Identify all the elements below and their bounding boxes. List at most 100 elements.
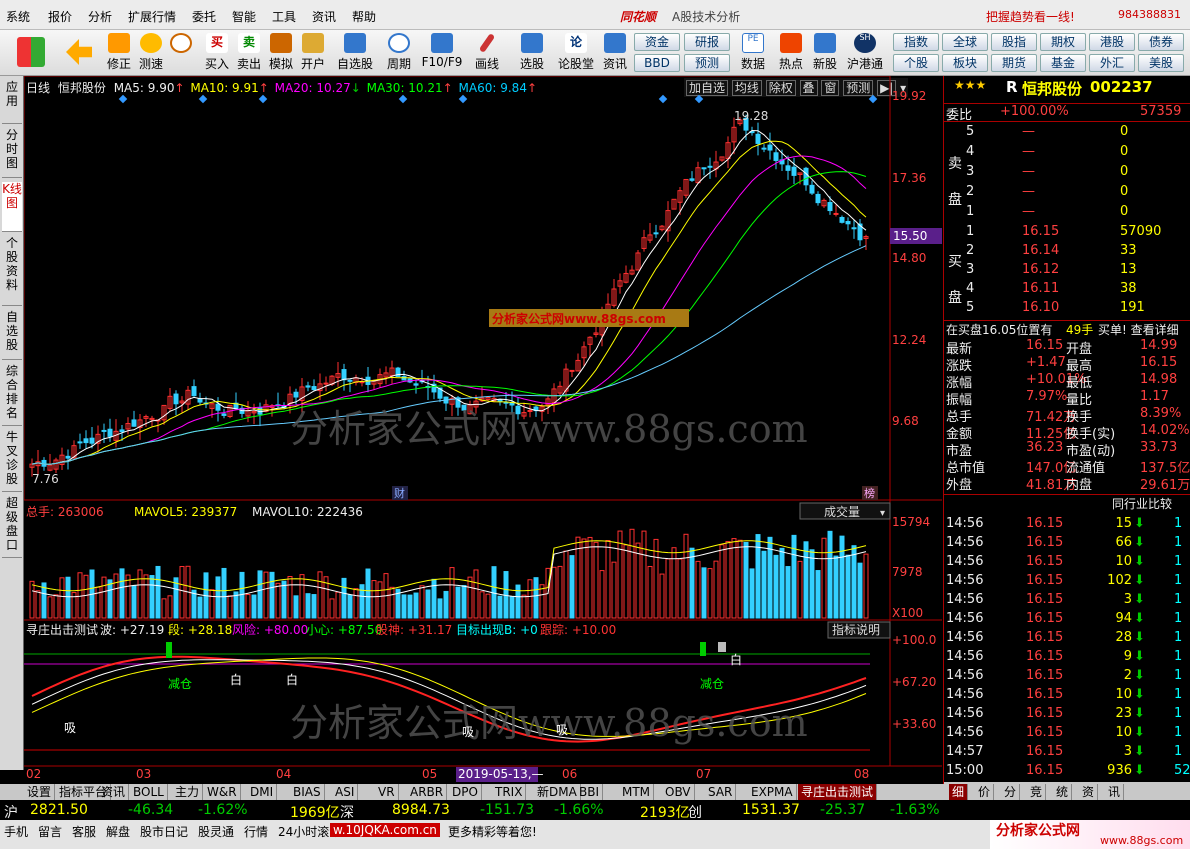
detail-tab[interactable]: 竞 bbox=[1027, 784, 1047, 800]
indicator-tab[interactable]: DPO bbox=[449, 784, 482, 800]
bonds-button[interactable]: 债券 bbox=[1138, 33, 1184, 51]
tab-diagnose[interactable]: 牛叉诊股 bbox=[2, 430, 22, 492]
hotspot-button[interactable]: 热点 bbox=[774, 33, 808, 75]
buy-order-row[interactable]: 2 16.14 33 bbox=[944, 243, 1190, 262]
status-item[interactable]: 手机 bbox=[4, 823, 28, 840]
buy-button[interactable]: 买买入 bbox=[200, 33, 234, 75]
data-button[interactable]: PE 数据 bbox=[736, 33, 770, 75]
tab-super-order[interactable]: 超级盘口 bbox=[2, 496, 22, 558]
promo-link[interactable]: w.10JQKA.com.cn bbox=[330, 823, 440, 837]
hk-stocks-button[interactable]: 港股 bbox=[1089, 33, 1135, 51]
menu-help[interactable]: 帮助 bbox=[352, 8, 376, 25]
status-item[interactable]: 客服 bbox=[72, 823, 96, 840]
single-stock-button[interactable]: 个股 bbox=[893, 54, 939, 72]
speedtest-button[interactable]: 测速 bbox=[134, 33, 168, 75]
sell-order-row[interactable]: 2 — 0 bbox=[944, 184, 1190, 203]
hk-connect-button[interactable]: SH 沪港通 bbox=[844, 33, 886, 75]
stock-index-button[interactable]: 股指 bbox=[991, 33, 1037, 51]
fund-button[interactable]: 基金 bbox=[1040, 54, 1086, 72]
buy-order-row[interactable]: 3 16.12 13 bbox=[944, 262, 1190, 281]
f10-button[interactable]: F10/F9 bbox=[420, 33, 464, 75]
rank-marker[interactable]: 榜 bbox=[864, 486, 875, 500]
sell-order-row[interactable]: 3 — 0 bbox=[944, 164, 1190, 183]
period-button[interactable]: 周期 bbox=[380, 33, 418, 75]
order-detail-link[interactable]: 买单! 查看详细 bbox=[1098, 321, 1179, 338]
indicator-tab[interactable]: VR bbox=[375, 784, 399, 800]
indicator-tab[interactable]: ASI bbox=[332, 784, 359, 800]
sell-order-row[interactable]: 5 — 0 bbox=[944, 124, 1190, 143]
status-item[interactable]: 股市日记 bbox=[140, 823, 188, 840]
open-account-button[interactable]: 开户 bbox=[296, 33, 330, 75]
status-item[interactable]: 行情 bbox=[244, 823, 268, 840]
indicator-tab[interactable]: W&R bbox=[204, 784, 241, 800]
kline-chart-area[interactable]: 日线 恒邦股份 MA5: 9.90↑ MA10: 9.91↑ MA20: 10.… bbox=[24, 76, 942, 784]
detail-tab[interactable]: 细 bbox=[949, 784, 969, 800]
sell-order-row[interactable]: 1 — 0 bbox=[944, 204, 1190, 223]
futures-button[interactable]: 期货 bbox=[991, 54, 1037, 72]
indicator-tab[interactable]: 主力 bbox=[172, 784, 204, 800]
draw-button[interactable]: 画线 bbox=[468, 33, 506, 75]
detail-tab[interactable]: 统 bbox=[1053, 784, 1073, 800]
indicator-tab[interactable]: 新DMA bbox=[534, 784, 581, 800]
menu-analysis[interactable]: 分析 bbox=[88, 8, 112, 25]
indicator-tab[interactable]: MTM bbox=[619, 784, 655, 800]
detail-tab[interactable]: 分 bbox=[1001, 784, 1021, 800]
detail-tab[interactable]: 讯 bbox=[1105, 784, 1125, 800]
tab-kline[interactable]: K线图 bbox=[2, 182, 22, 232]
buy-order-row[interactable]: 4 16.11 38 bbox=[944, 281, 1190, 300]
global-button[interactable]: 全球 bbox=[942, 33, 988, 51]
buy-order-row[interactable]: 1 16.15 57090 bbox=[944, 224, 1190, 243]
menu-system[interactable]: 系统 bbox=[6, 8, 30, 25]
tab-ranking[interactable]: 综合排名 bbox=[2, 364, 22, 426]
status-item[interactable]: 解盘 bbox=[106, 823, 130, 840]
indicator-tab[interactable]: ARBR bbox=[407, 784, 448, 800]
us-stocks-button[interactable]: 美股 bbox=[1138, 54, 1184, 72]
info-button[interactable]: 资讯 bbox=[598, 33, 632, 75]
options-button[interactable]: 期权 bbox=[1040, 33, 1086, 51]
menu-trade[interactable]: 委托 bbox=[192, 8, 216, 25]
finance-marker[interactable]: 财 bbox=[394, 486, 405, 500]
indicator-tab[interactable]: 寻庄出击测试 bbox=[798, 784, 878, 800]
indicator-tab[interactable]: SAR bbox=[705, 784, 737, 800]
tab-watchlist[interactable]: 自选股 bbox=[2, 310, 22, 360]
forex-button[interactable]: 外汇 bbox=[1089, 54, 1135, 72]
indicator-tab[interactable]: 设置 bbox=[24, 784, 56, 800]
buy-order-row[interactable]: 5 16.10 191 bbox=[944, 300, 1190, 319]
simulate-button[interactable]: 模拟 bbox=[264, 33, 298, 75]
indicator-tab[interactable]: BBI bbox=[576, 784, 604, 800]
status-item[interactable]: 股灵通 bbox=[198, 823, 234, 840]
pick-stock-button[interactable]: 选股 bbox=[512, 33, 552, 75]
detail-tab[interactable]: 资 bbox=[1079, 784, 1099, 800]
indicator-tab[interactable]: OBV bbox=[662, 784, 695, 800]
watchlist-button[interactable]: 自选股 bbox=[334, 33, 376, 75]
forum-button[interactable]: 论论股堂 bbox=[556, 33, 596, 75]
menu-news[interactable]: 资讯 bbox=[312, 8, 336, 25]
funds-button[interactable]: 资金 bbox=[634, 33, 680, 51]
back-button[interactable] bbox=[62, 33, 96, 75]
fix-button[interactable]: 修正 bbox=[102, 33, 136, 75]
forecast-button[interactable]: 预测 bbox=[684, 54, 730, 72]
tab-apps[interactable]: 应用 bbox=[2, 80, 22, 124]
tab-timeshare[interactable]: 分时图 bbox=[2, 128, 22, 178]
menu-tools[interactable]: 工具 bbox=[272, 8, 296, 25]
menu-quote[interactable]: 报价 bbox=[48, 8, 72, 25]
indicator-tab[interactable]: EXPMA bbox=[748, 784, 797, 800]
bbd-button[interactable]: BBD bbox=[634, 54, 680, 72]
clock-button[interactable] bbox=[164, 33, 198, 75]
indicator-tab[interactable]: TRIX bbox=[492, 784, 527, 800]
indicator-tab[interactable]: DMI bbox=[247, 784, 278, 800]
sector-button[interactable]: 板块 bbox=[942, 54, 988, 72]
ipo-button[interactable]: 新股 bbox=[808, 33, 842, 75]
tab-stock-info[interactable]: 个股资料 bbox=[2, 236, 22, 306]
sell-order-row[interactable]: 4 — 0 bbox=[944, 144, 1190, 163]
indicator-tab[interactable]: BIAS bbox=[290, 784, 325, 800]
indicator-tab[interactable]: BOLL bbox=[130, 784, 168, 800]
industry-compare-button[interactable]: 同行业比较 bbox=[1112, 495, 1172, 512]
index-button[interactable]: 指数 bbox=[893, 33, 939, 51]
status-item[interactable]: 留言 bbox=[38, 823, 62, 840]
sell-button[interactable]: 卖卖出 bbox=[232, 33, 266, 75]
slogan[interactable]: 把握趋势看一线! bbox=[986, 8, 1075, 25]
layout-button[interactable] bbox=[14, 33, 48, 75]
menu-ext-quote[interactable]: 扩展行情 bbox=[128, 8, 176, 25]
indicator-tab[interactable]: 资讯 bbox=[98, 784, 130, 800]
